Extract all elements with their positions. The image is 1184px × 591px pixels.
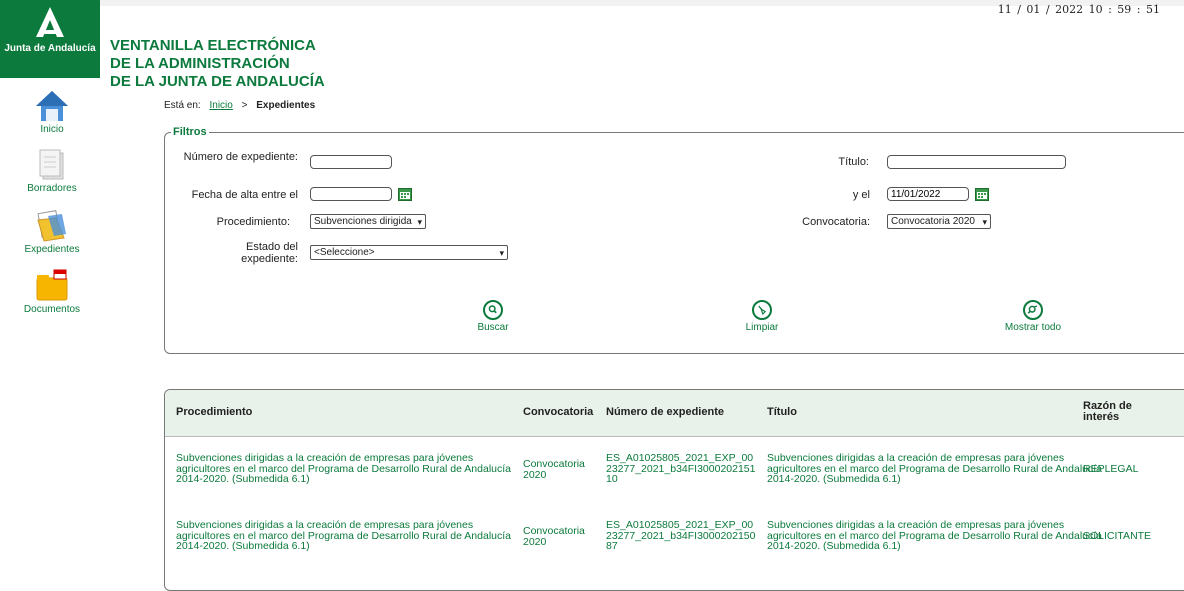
buscar-label: Buscar [477, 322, 509, 333]
limpiar-label: Limpiar [745, 322, 779, 333]
sidebar-item-label: Borradores [27, 183, 77, 194]
convocatoria-label: Convocatoria: [802, 216, 870, 228]
numero-expediente-input[interactable] [310, 155, 392, 169]
procedimiento-label: Procedimiento: [216, 216, 290, 228]
broom-icon [752, 300, 772, 320]
cell-razon[interactable]: SOLICITANTE [1083, 531, 1151, 542]
cell-convocatoria[interactable]: Convocatoria 2020 [523, 526, 593, 547]
app-title-line: VENTANILLA ELECTRÓNICA [110, 37, 316, 54]
breadcrumb-current: Expedientes [256, 100, 316, 111]
cell-titulo[interactable]: Subvenciones dirigidas a la creación de … [767, 520, 1103, 552]
calendar-icon[interactable] [398, 187, 412, 201]
app-title: VENTANILLA ELECTRÓNICA DE LA ADMINISTRAC… [110, 37, 325, 91]
search-all-icon [1023, 300, 1043, 320]
app-title-line: DE LA JUNTA DE ANDALUCÍA [110, 73, 325, 90]
breadcrumb-home-link[interactable]: Inicio [209, 100, 232, 111]
estado-value: <Seleccione> [314, 247, 375, 258]
mostrar-todo-label: Mostrar todo [1004, 322, 1062, 333]
fecha-alta-label: Fecha de alta entre el [191, 189, 298, 201]
logo[interactable]: Junta de Andalucía [0, 0, 100, 78]
cell-razon[interactable]: REPLEGAL [1083, 464, 1138, 475]
pdf-folder-icon [36, 269, 68, 301]
table-header: Procedimiento Convocatoria Número de exp… [165, 390, 1184, 437]
sidebar-item-label: Documentos [23, 304, 81, 315]
col-procedimiento[interactable]: Procedimiento [176, 407, 252, 418]
cell-numero[interactable]: ES_A01025805_2021_EXP_0023277_2021_b34FI… [606, 453, 758, 485]
numero-label: Número de expediente: [183, 151, 298, 163]
fecha-desde-input[interactable] [310, 187, 392, 201]
sidebar-item-inicio[interactable]: Inicio [0, 88, 104, 135]
cell-convocatoria[interactable]: Convocatoria 2020 [523, 459, 593, 480]
breadcrumb-prefix: Está en: [164, 100, 201, 111]
cell-procedimiento[interactable]: Subvenciones dirigidas a la creación de … [176, 453, 512, 485]
titulo-label: Título: [838, 156, 869, 168]
chevron-down-icon: ▾ [499, 248, 504, 258]
filters-legend: Filtros [173, 126, 207, 138]
cell-numero[interactable]: ES_A01025805_2021_EXP_0023277_2021_b34FI… [606, 520, 758, 552]
buscar-button[interactable]: Buscar [453, 300, 533, 333]
estado-select[interactable]: <Seleccione> ▾ [310, 245, 508, 260]
cell-titulo[interactable]: Subvenciones dirigidas a la creación de … [767, 453, 1103, 485]
chevron-down-icon: ▾ [417, 217, 422, 227]
col-convocatoria[interactable]: Convocatoria [523, 407, 593, 418]
sidebar-item-label: Expedientes [24, 244, 80, 255]
folder-icon [37, 210, 66, 242]
convocatoria-select[interactable]: Convocatoria 2020 ▾ [887, 214, 991, 229]
sidebar-item-borradores[interactable]: Borradores [0, 147, 104, 194]
fecha-hasta-input[interactable] [887, 187, 969, 201]
app-title-line: DE LA ADMINISTRACIÓN [110, 55, 290, 72]
col-razon[interactable]: Razón de interés [1083, 401, 1133, 423]
sidebar-item-label: Inicio [40, 124, 64, 135]
search-icon [483, 300, 503, 320]
convocatoria-value: Convocatoria 2020 [891, 216, 975, 227]
datetime: 11 / 01 / 2022 10 : 59 : 51 [997, 3, 1160, 16]
procedimiento-value: Subvenciones dirigida [314, 216, 412, 227]
drafts-icon [39, 149, 64, 180]
mostrar-todo-button[interactable]: Mostrar todo [993, 300, 1073, 333]
breadcrumb: Está en: Inicio > Expedientes [164, 100, 315, 111]
cell-procedimiento[interactable]: Subvenciones dirigidas a la creación de … [176, 520, 512, 552]
chevron-down-icon: ▾ [982, 217, 987, 227]
logo-text: Junta de Andalucía [4, 43, 96, 54]
y-el-label: y el [852, 189, 870, 201]
titulo-input[interactable] [887, 155, 1066, 169]
home-icon [36, 91, 68, 121]
junta-logo-icon [36, 7, 64, 37]
calendar-icon[interactable] [975, 187, 989, 201]
procedimiento-select[interactable]: Subvenciones dirigida ▾ [310, 214, 426, 229]
sidebar-item-documentos[interactable]: Documentos [0, 268, 104, 315]
col-numero[interactable]: Número de expediente [606, 407, 724, 418]
breadcrumb-separator: > [241, 100, 248, 111]
sidebar-item-expedientes[interactable]: Expedientes [0, 208, 104, 255]
col-titulo[interactable]: Título [767, 407, 797, 418]
estado-label: Estado del expediente: [241, 241, 298, 265]
limpiar-button[interactable]: Limpiar [722, 300, 802, 333]
